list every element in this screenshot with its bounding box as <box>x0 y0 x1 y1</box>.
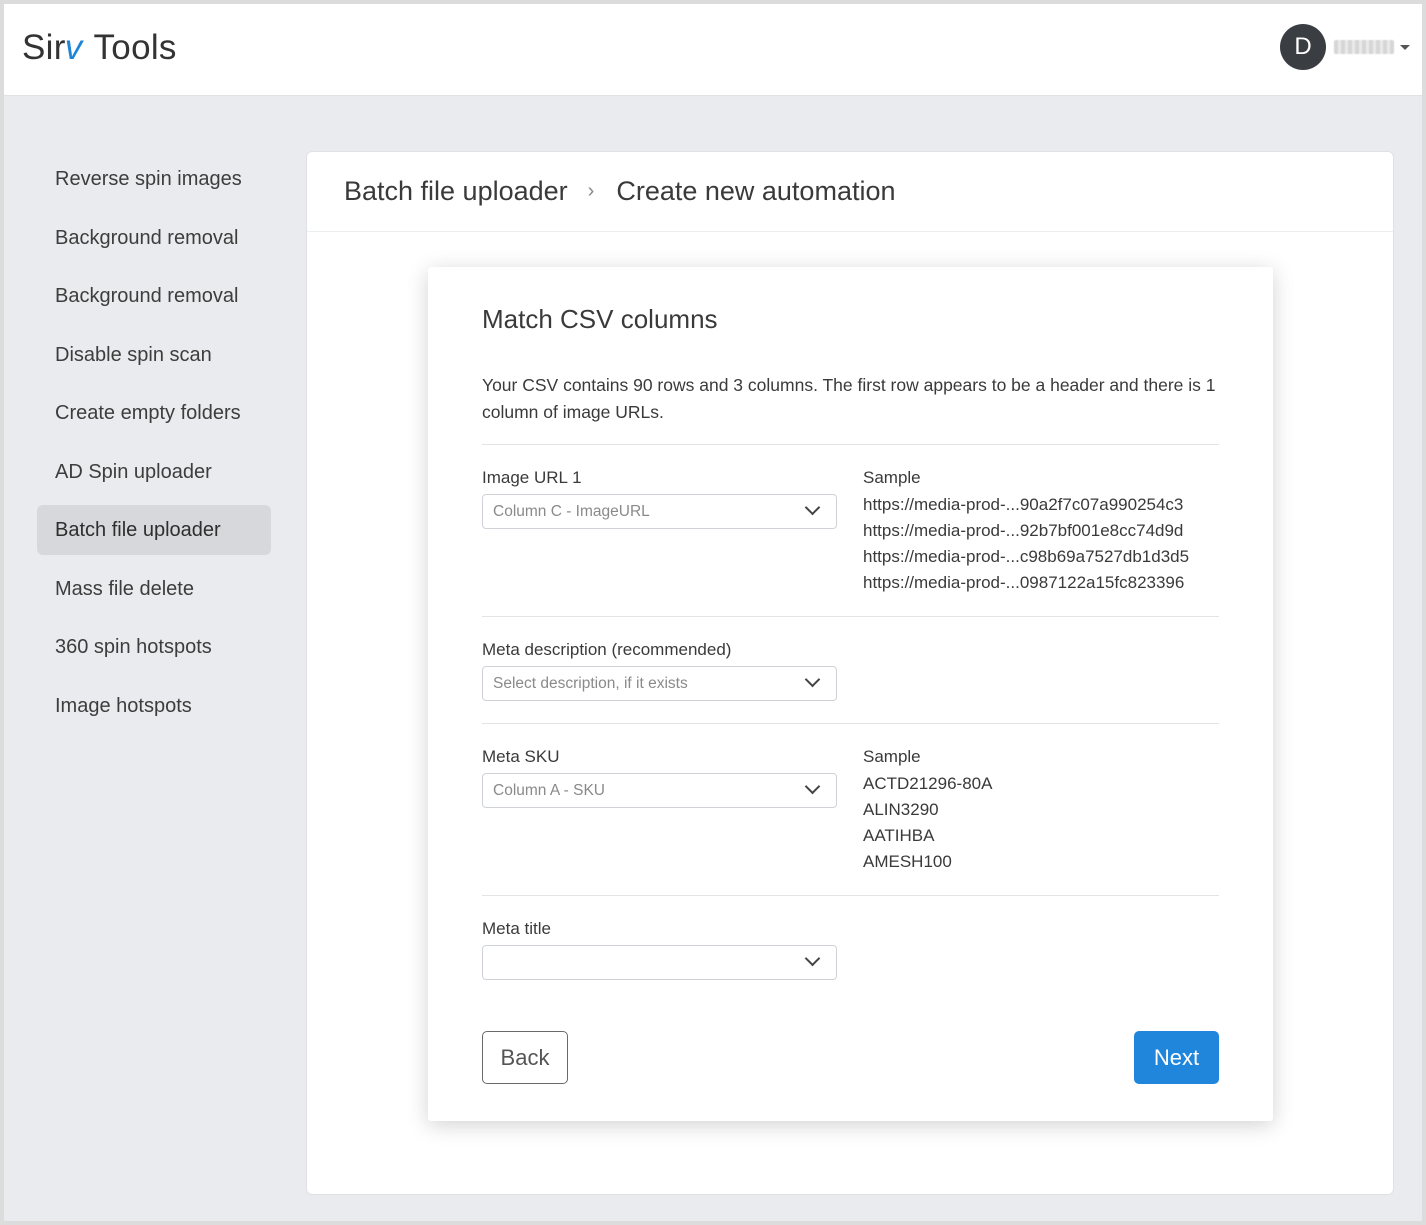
sidebar-item-batch-file-uploader[interactable]: Batch file uploader <box>37 505 271 555</box>
sidebar-item-ad-spin-uploader[interactable]: AD Spin uploader <box>37 447 271 497</box>
sample-title: Sample <box>863 747 921 766</box>
sidebar-item-create-empty-folders[interactable]: Create empty folders <box>37 388 271 438</box>
sample-value: ACTD21296-80A <box>863 774 993 793</box>
meta-sku-select[interactable]: Column A - SKU <box>482 773 837 808</box>
sample-value: AATIHBA <box>863 826 935 845</box>
match-columns-card: Match CSV columns Your CSV contains 90 r… <box>428 267 1273 1121</box>
sidebar: Reverse spin images Background removal B… <box>37 154 271 739</box>
app-window: Sir v Tools D Reverse spin images Backgrou… <box>0 0 1426 1225</box>
field-meta-description: Meta description (recommended) Select de… <box>482 616 1219 723</box>
meta-title-select[interactable] <box>482 945 837 980</box>
sample-value: https://media-prod-...90a2f7c07a990254c3 <box>863 495 1184 514</box>
meta-sku-sample: Sample ACTD21296-80A ALIN3290 AATIHBA AM… <box>863 747 992 875</box>
field-meta-title: Meta title <box>482 895 1219 1011</box>
sample-value: AMESH100 <box>863 852 952 871</box>
main-panel: Batch file uploader › Create new automat… <box>306 151 1394 1195</box>
field-label: Meta SKU <box>482 747 560 766</box>
caret-down-icon[interactable] <box>1400 45 1410 50</box>
chevron-down-icon <box>804 499 821 516</box>
sample-value: https://media-prod-...92b7bf001e8cc74d9d <box>863 521 1184 540</box>
brand-name: Sir <box>22 28 66 67</box>
avatar[interactable]: D <box>1280 24 1326 70</box>
sidebar-item-image-hotspots[interactable]: Image hotspots <box>37 681 271 731</box>
breadcrumb-parent[interactable]: Batch file uploader <box>344 176 568 207</box>
field-image-url: Image URL 1 Column C - ImageURL Sample h… <box>482 444 1219 616</box>
next-button[interactable]: Next <box>1134 1031 1219 1084</box>
field-meta-sku: Meta SKU Column A - SKU Sample ACTD21296… <box>482 723 1219 895</box>
select-value: Column A - SKU <box>493 782 605 799</box>
breadcrumb: Batch file uploader › Create new automat… <box>307 152 1393 232</box>
chevron-right-icon: › <box>587 180 595 202</box>
select-value: Column C - ImageURL <box>493 503 650 520</box>
sample-title: Sample <box>863 468 921 487</box>
top-bar: Sir v Tools D <box>4 4 1422 96</box>
field-label: Meta title <box>482 919 551 938</box>
breadcrumb-current: Create new automation <box>616 176 896 206</box>
csv-summary-text: Your CSV contains 90 rows and 3 columns.… <box>482 375 1216 422</box>
back-button[interactable]: Back <box>482 1031 568 1084</box>
card-actions: Back Next <box>482 1011 1219 1101</box>
user-name-blurred[interactable] <box>1334 40 1394 54</box>
brand-accent: v <box>64 28 83 67</box>
sample-value: ALIN3290 <box>863 800 939 819</box>
brand-product: Tools <box>93 28 177 67</box>
card-title: Match CSV columns <box>482 304 718 334</box>
sidebar-item-background-removal-2[interactable]: Background removal <box>37 271 271 321</box>
brand-logo[interactable]: Sir v Tools <box>22 28 177 68</box>
sidebar-item-360-spin-hotspots[interactable]: 360 spin hotspots <box>37 622 271 672</box>
sidebar-item-mass-file-delete[interactable]: Mass file delete <box>37 564 271 614</box>
field-label: Image URL 1 <box>482 468 582 487</box>
field-label: Meta description (recommended) <box>482 640 732 659</box>
select-placeholder: Select description, if it exists <box>493 675 688 692</box>
chevron-down-icon <box>804 671 821 688</box>
sidebar-item-background-removal[interactable]: Background removal <box>37 213 271 263</box>
chevron-down-icon <box>804 950 821 967</box>
meta-description-select[interactable]: Select description, if it exists <box>482 666 837 701</box>
sample-value: https://media-prod-...c98b69a7527db1d3d5 <box>863 547 1190 566</box>
sidebar-item-reverse-spin-images[interactable]: Reverse spin images <box>37 154 271 204</box>
sidebar-item-disable-spin-scan[interactable]: Disable spin scan <box>37 330 271 380</box>
image-url-sample: Sample https://media-prod-...90a2f7c07a9… <box>863 468 1189 596</box>
sample-value: https://media-prod-...0987122a15fc823396 <box>863 573 1185 592</box>
chevron-down-icon <box>804 778 821 795</box>
image-url-select[interactable]: Column C - ImageURL <box>482 494 837 529</box>
